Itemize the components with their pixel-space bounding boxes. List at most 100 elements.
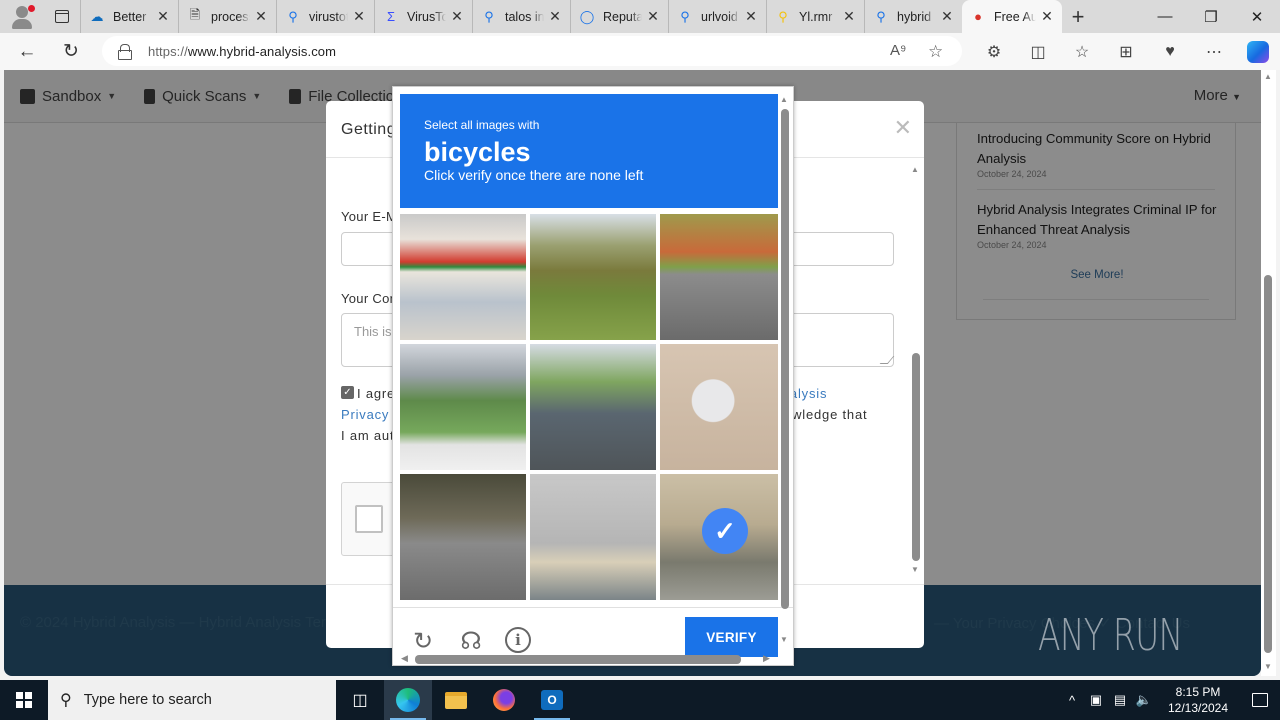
- close-window-icon[interactable]: ✕: [1234, 0, 1280, 33]
- tab-close-icon[interactable]: ✕: [940, 8, 954, 25]
- tab-label: Yl.rmr: [799, 9, 833, 24]
- tab-label: talos intelligence: [505, 9, 544, 24]
- windows-logo-icon: [16, 692, 32, 708]
- captcha-footer-divider: [393, 607, 793, 608]
- tab-close-icon[interactable]: ✕: [842, 8, 856, 25]
- resize-handle[interactable]: [879, 356, 895, 364]
- browser-tab[interactable]: ⚲ urlvoid ✕: [668, 0, 766, 33]
- new-tab-button[interactable]: +: [1062, 0, 1094, 33]
- notifications-icon[interactable]: [1240, 693, 1280, 707]
- outlook-icon[interactable]: O: [528, 680, 576, 720]
- search-icon: ⚲: [680, 8, 690, 24]
- clock-time: 8:15 PM: [1175, 685, 1221, 699]
- taskbar-search[interactable]: ⚲ Type here to search: [48, 680, 336, 720]
- tab-close-icon[interactable]: ✕: [254, 8, 268, 25]
- tab-close-icon[interactable]: ✕: [744, 8, 758, 25]
- captcha-tile[interactable]: ✓: [660, 474, 778, 600]
- browser-tab[interactable]: ⚲ talos intelligence ✕: [472, 0, 570, 33]
- tab-close-icon[interactable]: ✕: [352, 8, 366, 25]
- captcha-tile[interactable]: [530, 344, 656, 470]
- captcha-tile[interactable]: [660, 214, 778, 340]
- meet-now-icon[interactable]: ▣: [1084, 692, 1108, 708]
- info-icon[interactable]: i: [505, 627, 531, 653]
- captcha-scrollbar-thumb[interactable]: [781, 109, 789, 609]
- browser-tab[interactable]: Σ VirusTotal ✕: [374, 0, 472, 33]
- windows-taskbar: ⚲ Type here to search ◫ O ^ ▣ ▤ 🔈 8:15 PM…: [0, 680, 1280, 720]
- extensions-icon[interactable]: ⚙: [972, 33, 1016, 70]
- captcha-instruction: Click verify once there are none left: [424, 167, 644, 183]
- favorites-icon[interactable]: ☆: [1060, 33, 1104, 70]
- restore-icon[interactable]: ❐: [1188, 0, 1234, 33]
- tray-overflow-icon[interactable]: ^: [1060, 693, 1084, 708]
- browser-tab[interactable]: ◯ Reputation ✕: [570, 0, 668, 33]
- collections-icon[interactable]: ⊞: [1104, 33, 1148, 70]
- tab-label: virustotal: [309, 9, 348, 24]
- captcha-challenge: Select all images with bicycles Click ve…: [392, 86, 794, 666]
- captcha-tile[interactable]: [400, 214, 526, 340]
- captcha-prompt: Select all images with: [424, 118, 540, 132]
- task-view-icon[interactable]: ◫: [336, 680, 384, 720]
- refresh-button[interactable]: ↻: [52, 36, 90, 68]
- network-icon[interactable]: ▤: [1108, 692, 1132, 708]
- address-bar[interactable]: https://www.hybrid-analysis.com A⁹ ☆: [102, 36, 962, 66]
- captcha-header: Select all images with bicycles Click ve…: [400, 94, 778, 208]
- tab-close-icon[interactable]: ✕: [548, 8, 562, 25]
- captcha-tile[interactable]: [530, 474, 656, 600]
- tab-close-icon[interactable]: ✕: [646, 8, 660, 25]
- favorite-star-icon[interactable]: ☆: [928, 42, 943, 62]
- browser-tab[interactable]: ☁ Better ✕: [80, 0, 178, 33]
- tab-close-icon[interactable]: ✕: [1040, 8, 1054, 25]
- page-scrollbar-thumb[interactable]: [1264, 275, 1272, 653]
- tab-close-icon[interactable]: ✕: [450, 8, 464, 25]
- search-icon: ⚲: [60, 692, 72, 709]
- modal-scrollbar[interactable]: ▲ ▼: [911, 161, 923, 576]
- browser-tab[interactable]: 🗎 process ✕: [178, 0, 276, 33]
- browser-tab[interactable]: ⚲ hybrid ✕: [864, 0, 962, 33]
- more-menu-icon[interactable]: ⋯: [1192, 33, 1236, 70]
- start-button[interactable]: [0, 680, 48, 720]
- edge-taskbar-icon[interactable]: [384, 680, 432, 720]
- selected-check-icon: ✓: [702, 508, 748, 554]
- file-explorer-icon[interactable]: [432, 680, 480, 720]
- captcha-tile[interactable]: [660, 344, 778, 470]
- captcha-horizontal-scrollbar[interactable]: ◀ ▶: [401, 653, 771, 665]
- verify-button[interactable]: VERIFY: [685, 617, 778, 657]
- search-icon: ⚲: [484, 8, 494, 24]
- captcha-tile[interactable]: [400, 474, 526, 600]
- tab-label: Better: [113, 9, 147, 24]
- split-screen-icon[interactable]: ◫: [1016, 33, 1060, 70]
- copilot-icon[interactable]: [1247, 40, 1269, 63]
- back-button[interactable]: ←: [8, 36, 46, 68]
- browser-tab[interactable]: ⚲ Yl.rmr ✕: [766, 0, 864, 33]
- document-icon: 🗎: [189, 6, 201, 22]
- captcha-tile[interactable]: [530, 214, 656, 340]
- virustotal-icon: Σ: [386, 9, 396, 24]
- audio-challenge-icon[interactable]: ☊: [457, 627, 485, 655]
- volume-icon[interactable]: 🔈: [1132, 692, 1156, 708]
- taskbar-clock[interactable]: 8:15 PM 12/13/2024: [1160, 684, 1236, 716]
- url-text[interactable]: https://www.hybrid-analysis.com: [148, 44, 336, 59]
- tab-actions-icon[interactable]: [44, 0, 80, 33]
- recaptcha-checkbox[interactable]: [355, 505, 383, 533]
- modal-close-icon[interactable]: ✕: [894, 115, 912, 141]
- tab-close-icon[interactable]: ✕: [156, 8, 170, 25]
- captcha-hscroll-thumb[interactable]: [415, 655, 741, 664]
- onedrive-cloud-icon: ☁: [90, 8, 104, 24]
- reputation-icon: ◯: [579, 8, 595, 24]
- firefox-icon[interactable]: [480, 680, 528, 720]
- page-scrollbar[interactable]: ▲ ▼: [1261, 70, 1276, 676]
- tab-label: urlvoid: [701, 9, 738, 24]
- modal-scrollbar-thumb[interactable]: [912, 353, 920, 561]
- search-icon: ⚲: [876, 8, 886, 24]
- minimize-icon[interactable]: —: [1142, 0, 1188, 33]
- reload-icon[interactable]: ↻: [409, 627, 437, 655]
- browser-tab[interactable]: ⚲ virustotal ✕: [276, 0, 374, 33]
- browser-tab[interactable]: ● Free Automated ✕: [962, 0, 1062, 33]
- read-aloud-icon[interactable]: A⁹: [890, 42, 906, 59]
- captcha-tile[interactable]: [400, 344, 526, 470]
- captcha-vertical-scrollbar[interactable]: ▲ ▼: [780, 95, 792, 644]
- lock-icon[interactable]: [118, 44, 132, 60]
- browser-tab-strip: ☁ Better ✕ 🗎 process ✕ ⚲ virustotal ✕ Σ VirusTotal…: [0, 0, 1280, 33]
- profile-avatar-icon[interactable]: [0, 0, 44, 33]
- browser-health-icon[interactable]: ♥: [1148, 33, 1192, 70]
